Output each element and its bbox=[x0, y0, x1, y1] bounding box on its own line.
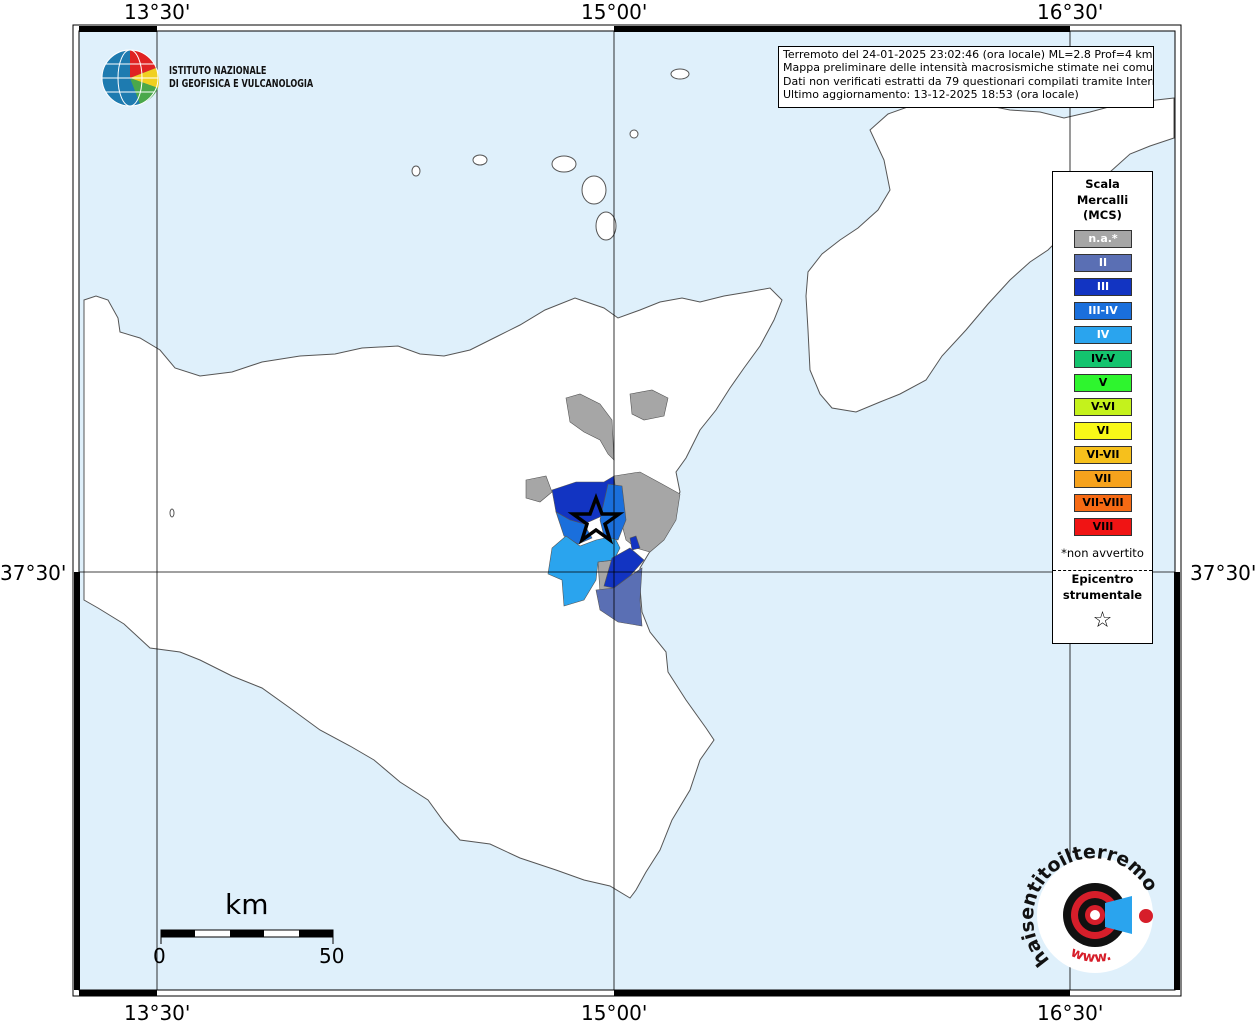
coord-bottom-3: 16°30' bbox=[1037, 1001, 1104, 1025]
ingv-logo-icon bbox=[101, 49, 159, 107]
legend-title-1: Scala bbox=[1085, 177, 1120, 191]
ingv-line2: DI GEOFISICA E VULCANOLOGIA bbox=[169, 77, 314, 90]
coord-top-3: 16°30' bbox=[1037, 0, 1104, 24]
legend-item: IV-V bbox=[1074, 350, 1132, 368]
info-line-2: Mappa preliminare delle intensità macros… bbox=[783, 61, 1154, 75]
legend-epicenter-2: strumentale bbox=[1062, 587, 1143, 602]
coord-right: 37°30' bbox=[1190, 561, 1255, 585]
legend-item: IV bbox=[1074, 326, 1132, 344]
legend-item: VI bbox=[1074, 422, 1132, 440]
scale-title: km bbox=[225, 888, 269, 921]
legend-item: V bbox=[1074, 374, 1132, 392]
ingv-line1: ISTITUTO NAZIONALE bbox=[169, 64, 267, 77]
coord-left: 37°30' bbox=[0, 561, 67, 585]
mcs-legend: Scala Mercalli (MCS) n.a.* II III III-IV IV I… bbox=[1052, 171, 1153, 644]
legend-item: III-IV bbox=[1074, 302, 1132, 320]
legend-item: VI-VII bbox=[1074, 446, 1132, 464]
legend-title-2: Mercalli bbox=[1076, 192, 1129, 207]
legend-item: n.a.* bbox=[1074, 230, 1132, 248]
legend-item: V-VI bbox=[1074, 398, 1132, 416]
coord-bottom-1: 13°30' bbox=[124, 1001, 191, 1025]
legend-item: VII-VIII bbox=[1074, 494, 1132, 512]
legend-item: VIII bbox=[1074, 518, 1132, 536]
legend-item: III bbox=[1074, 278, 1132, 296]
legend-separator bbox=[1053, 570, 1152, 571]
coord-bottom-2: 15°00' bbox=[581, 1001, 648, 1025]
map-figure: haisentitoilterremoto.it www. 13°30' 15°… bbox=[0, 0, 1255, 1025]
ingv-logo-text: ISTITUTO NAZIONALE DI GEOFISICA E VULCAN… bbox=[169, 64, 313, 90]
scale-start: 0 bbox=[153, 944, 166, 968]
info-line-3: Dati non verificati estratti da 79 quest… bbox=[783, 74, 1154, 88]
coord-top-1: 13°30' bbox=[124, 0, 191, 24]
legend-epicenter-label: Epicentro strumentale bbox=[1053, 572, 1152, 603]
legend-title: Scala Mercalli (MCS) bbox=[1053, 177, 1152, 224]
scale-end: 50 bbox=[319, 944, 345, 968]
info-line-4: Ultimo aggiornamento: 13-12-2025 18:53 (… bbox=[783, 88, 1079, 102]
legend-star-icon: ☆ bbox=[1092, 608, 1113, 633]
legend-title-3: (MCS) bbox=[1083, 208, 1122, 222]
legend-item: II bbox=[1074, 254, 1132, 272]
earthquake-info-box: Terremoto del 24-01-2025 23:02:46 (ora l… bbox=[778, 46, 1154, 108]
legend-item: VII bbox=[1074, 470, 1132, 488]
legend-note: *non avvertito bbox=[1061, 546, 1144, 560]
legend-epicenter-1: Epicentro bbox=[1071, 572, 1134, 586]
coord-top-2: 15°00' bbox=[581, 0, 648, 24]
info-line-1: Terremoto del 24-01-2025 23:02:46 (ora l… bbox=[783, 48, 1153, 61]
